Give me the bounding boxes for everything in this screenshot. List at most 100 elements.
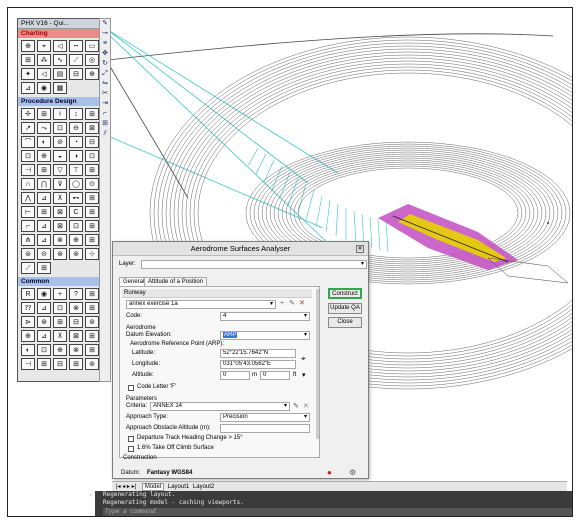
tool-icon[interactable]: ⊠ (53, 220, 67, 232)
tool-icon[interactable]: ⊤ (69, 164, 83, 176)
tool-icon[interactable]: ⊝ (37, 248, 51, 260)
tool-icon[interactable]: ⊕ (53, 344, 67, 356)
tool-icon[interactable]: ⁇ (21, 302, 35, 314)
tool-icon[interactable]: ⊡ (21, 150, 35, 162)
longitude-field[interactable]: 031°05'43.0582"E (220, 360, 296, 369)
tool-icon[interactable]: ⊡ (37, 344, 51, 356)
tool-icon[interactable]: ⊟ (53, 358, 67, 370)
code-select[interactable]: 4 (220, 312, 310, 321)
tool-icon[interactable]: ⊞ (85, 220, 99, 232)
tool-icon[interactable]: ⊳ (21, 316, 35, 328)
tool-icon[interactable]: ⊹ (85, 248, 99, 260)
tool-icon[interactable]: ⊡ (85, 150, 99, 162)
close-button[interactable]: Close (328, 317, 362, 328)
tool-icon[interactable]: ◁ (53, 40, 67, 52)
tool-icon[interactable]: ◔ (69, 136, 83, 148)
move-icon[interactable]: ✥ (100, 49, 110, 59)
section-charting[interactable]: Charting (18, 29, 106, 38)
pencil-icon[interactable]: ✎ (100, 19, 110, 29)
tool-icon[interactable]: ⊚ (85, 358, 99, 370)
tool-icon[interactable]: ▦ (53, 82, 67, 94)
tool-icon[interactable]: ⊞ (53, 316, 67, 328)
altitude-m-field[interactable]: 0 (220, 371, 250, 380)
takeoff-climb-checkbox[interactable] (128, 446, 134, 452)
tool-icon[interactable]: ⊛ (53, 248, 67, 260)
pin-icon[interactable]: ⊸ (100, 29, 110, 39)
tool-icon[interactable]: ⊿ (37, 192, 51, 204)
tool-icon[interactable]: ◯ (69, 178, 83, 190)
rotate-icon[interactable]: ↻ (100, 59, 110, 69)
tool-icon[interactable]: ⊡ (69, 220, 83, 232)
tool-icon[interactable]: ↗ (21, 122, 35, 134)
status-icon[interactable]: ● (327, 468, 332, 477)
departure-track-checkbox[interactable] (128, 436, 134, 442)
tool-icon[interactable]: ⊞ (37, 108, 51, 120)
tool-icon[interactable]: ⊟ (69, 316, 83, 328)
tool-icon[interactable]: ⊣ (21, 164, 35, 176)
tool-icon[interactable]: ◑ (69, 150, 83, 162)
tool-icon[interactable]: ⊙ (85, 178, 99, 190)
delete-icon[interactable]: ✕ (299, 299, 305, 307)
tool-icon[interactable]: ⋔ (21, 234, 35, 246)
tool-icon[interactable]: ⊜ (21, 248, 35, 260)
tool-icon[interactable]: ⋂ (37, 178, 51, 190)
tool-icon[interactable]: ∿ (53, 54, 67, 66)
tool-icon[interactable]: ⊞ (85, 288, 99, 300)
latitude-field[interactable]: 52°22'15.7642"N (220, 349, 296, 358)
tool-icon[interactable]: ⊚ (69, 248, 83, 260)
approach-type-select[interactable]: Precision (220, 413, 310, 422)
tool-icon[interactable]: ⊖ (69, 122, 83, 134)
tool-icon[interactable]: ⊞ (85, 344, 99, 356)
settings-icon[interactable]: ⚙ (349, 468, 356, 477)
nav-arrows-icon[interactable]: |◂ ◂ ▸ ▸| (116, 484, 136, 490)
tool-icon[interactable]: ⊞ (85, 206, 99, 218)
tool-icon[interactable]: ◉ (37, 288, 51, 300)
tab-layout2[interactable]: Layout2 (193, 484, 214, 490)
tool-icon[interactable]: ⊕ (21, 330, 35, 342)
section-procedure-design[interactable]: Procedure Design (18, 97, 106, 106)
tool-icon[interactable]: ⊼ (53, 330, 67, 342)
tool-icon[interactable]: ⟋ (69, 54, 83, 66)
tool-icon[interactable]: ⊞ (69, 358, 83, 370)
tool-icon[interactable]: ⊘ (53, 136, 67, 148)
close-icon[interactable]: ✕ (356, 245, 364, 253)
dialog-title-bar[interactable]: Aerodrome Surfaces Analyser ✕ (113, 242, 368, 256)
tool-icon[interactable]: ⊠ (53, 206, 67, 218)
tab-layout1[interactable]: Layout1 (168, 484, 189, 490)
tool-icon[interactable]: ⊞ (37, 358, 51, 370)
update-qa-button[interactable]: Update QA (328, 303, 362, 314)
tool-icon[interactable]: ⊢ (21, 206, 35, 218)
tool-icon[interactable]: ⟋ (21, 262, 35, 274)
tool-icon[interactable]: ⊞ (37, 262, 51, 274)
tool-icon[interactable]: ⊞ (37, 164, 51, 176)
tool-icon[interactable]: ▤ (53, 68, 67, 80)
tool-icon[interactable]: ◒ (53, 150, 67, 162)
tool-icon[interactable]: ⊿ (37, 234, 51, 246)
edit-criteria-icon[interactable]: ✎ (293, 402, 299, 410)
tool-icon[interactable]: ⊠ (69, 330, 83, 342)
unit-dropdown-icon[interactable]: ▾ (302, 371, 306, 379)
tool-icon[interactable]: ◎ (85, 54, 99, 66)
palette-title[interactable]: PHX V16 - Qui... (18, 19, 106, 29)
runway-select[interactable]: annex exercise 1a (126, 300, 276, 309)
mirror-icon[interactable]: ⇋ (100, 79, 110, 89)
tool-icon[interactable]: ⊡ (53, 122, 67, 134)
tool-icon[interactable]: ⊞ (85, 302, 99, 314)
tool-icon[interactable]: ⊕ (37, 150, 51, 162)
tool-icon[interactable]: ⊞ (85, 108, 99, 120)
tool-icon[interactable]: ✢ (21, 108, 35, 120)
tool-icon[interactable]: ⊗ (69, 344, 83, 356)
tool-icon[interactable]: ⊞ (85, 234, 99, 246)
tool-icon[interactable]: R (21, 288, 35, 300)
tool-icon[interactable]: ⊕ (69, 234, 83, 246)
panel-scrollbar[interactable] (316, 289, 319, 439)
tool-icon[interactable]: ⋀ (21, 192, 35, 204)
tool-icon[interactable]: ▭ (85, 40, 99, 52)
pick-point-icon[interactable]: ⌖ (301, 354, 306, 364)
delete-criteria-icon[interactable]: ✕ (303, 402, 309, 410)
tool-icon[interactable]: ⊚ (85, 316, 99, 328)
datum-elevation-select[interactable]: ARP (220, 331, 310, 340)
fillet-icon[interactable]: ⌐ (100, 109, 110, 119)
trim-icon[interactable]: ✂ (100, 89, 110, 99)
altitude-ft-field[interactable]: 0 (260, 371, 290, 380)
